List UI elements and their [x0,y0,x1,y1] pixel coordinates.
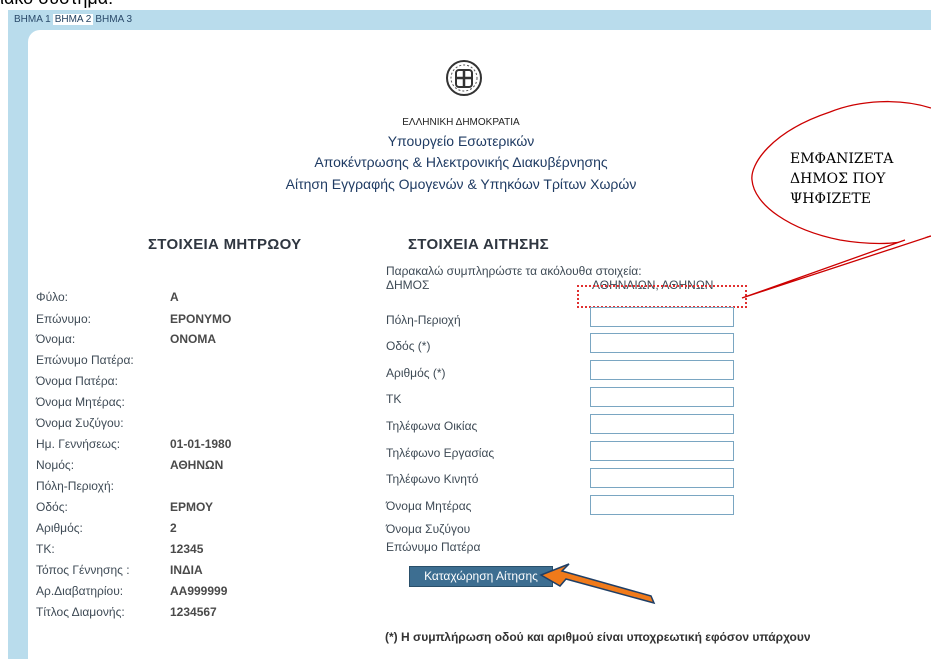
registry-label: Νομός: [36,458,75,472]
mandatory-note: (*) Η συμπλήρωση οδού και αριθμού είναι … [385,630,811,644]
postal-code-input[interactable] [590,387,734,407]
application-title: ΣΤΟΙΧΕΙΑ ΑΙΤΗΣΗΣ [408,236,549,253]
city-area-input[interactable] [590,307,734,327]
registry-value: ΑΘΗΝΩΝ [170,458,224,472]
registry-label: Τίτλος Διαμονής: [36,605,125,619]
home-phone-input[interactable] [590,414,734,434]
registry-label: Όνομα Πατέρα: [36,374,118,388]
street-input[interactable] [590,333,734,353]
mobile-phone-input[interactable] [590,468,734,488]
registry-value: Α [170,290,179,304]
field-label: Οδός (*) [386,339,431,353]
work-phone-input[interactable] [590,441,734,461]
field-label: ΤΚ [386,392,402,406]
registry-label: Επώνυμο Πατέρα: [36,353,134,367]
registry-label: Αριθμός: [36,521,83,535]
registry-value: ΙΝΔΙΑ [170,563,203,577]
callout-line: ΕΜΦΑΝΙΖΕΤΑ [790,151,894,167]
submit-application-button[interactable]: Καταχώρηση Αίτησης [409,566,553,587]
registry-value: ΟΝΟΜΑ [170,332,216,346]
registry-value: ΕΡΟΝΥΜΟ [170,312,232,326]
registry-value: ΑΑ999999 [170,584,228,598]
registry-label: Επώνυμο: [36,312,91,326]
greek-emblem-icon [446,60,482,96]
registry-label: Τόπος Γέννησης : [36,563,130,577]
field-label: Επώνυμο Πατέρα [386,540,481,554]
registry-title: ΣΤΟΙΧΕΙΑ ΜΗΤΡΩΟΥ [148,236,302,253]
registry-label: Όνομα Μητέρας: [36,395,125,409]
registry-value: 12345 [170,542,204,556]
callout-line: ΔΗΜΟΣ ΠΟΥ [790,171,886,187]
tab-step-1[interactable]: ΒΗΜΑ 1 [12,14,53,25]
municipality-label: ΔΗΜΟΣ [386,278,430,292]
field-label: Όνομα Μητέρας [386,499,472,513]
registry-label: Ημ. Γεννήσεως: [36,437,121,451]
truncated-top-text: ιακό σύστημα: [0,0,113,9]
header-republic: ΕΛΛΗΝΙΚΗ ΔΗΜΟΚΡΑΤΙΑ [402,117,520,128]
registry-value: ΕΡΜΟΥ [170,500,214,514]
registry-label: Όνομα: [36,332,76,346]
field-label: Αριθμός (*) [386,366,446,380]
registry-label: Φύλο: [36,290,68,304]
field-label: Τηλέφωνο Εργασίας [386,446,495,460]
registry-label: Πόλη-Περιοχή: [36,479,114,493]
header-ministry: Υπουργείο Εσωτερικών [387,133,535,149]
registry-label: Αρ.Διαβατηρίου: [36,584,124,598]
callout-line: ΨΗΦΙΖΕΤΕ [790,191,871,207]
header-subtitle: Αίτηση Εγγραφής Ομογενών & Υπηκόων Τρίτω… [285,176,637,192]
number-input[interactable] [590,360,734,380]
registry-label: ΤΚ: [36,542,55,556]
field-label: Τηλέφωνα Οικίας [386,419,478,433]
field-label: Όνομα Συζύγου [386,522,471,536]
registry-value: 01-01-1980 [170,437,232,451]
instruction-text: Παρακαλώ συμπληρώστε τα ακόλουθα στοιχεί… [386,264,642,278]
municipality-highlight [577,285,747,308]
tab-step-3[interactable]: ΒΗΜΑ 3 [93,14,134,25]
tab-step-2[interactable]: ΒΗΜΑ 2 [52,14,94,25]
registry-value: 1234567 [170,605,217,619]
field-label: Πόλη-Περιοχή [386,313,461,327]
registry-value: 2 [170,521,177,535]
registry-label: Όνομα Συζύγου: [36,416,124,430]
mother-name-input[interactable] [590,495,734,515]
step-tabs: ΒΗΜΑ 1 ΒΗΜΑ 2 ΒΗΜΑ 3 [12,14,134,25]
registry-label: Οδός: [36,500,68,514]
field-label: Τηλέφωνο Κινητό [386,472,479,486]
header-ministry-2: Αποκέντρωσης & Ηλεκτρονικής Διακυβέρνηση… [314,154,608,170]
